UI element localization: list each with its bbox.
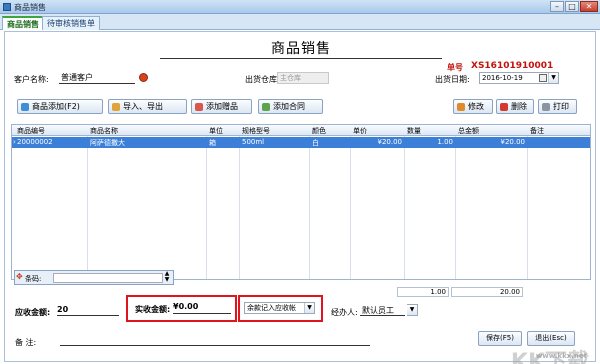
customer-field[interactable]: 普通客户 xyxy=(59,72,135,84)
printer-icon xyxy=(542,103,550,111)
close-button[interactable]: ✕ xyxy=(580,1,598,12)
table-row[interactable]: › 20000002 阿萨德撒大 箱 500ml 白 ¥20.00 1.00 ¥… xyxy=(12,137,590,148)
delete-label: 删除 xyxy=(511,102,527,111)
receivable-label: 应收金额: xyxy=(15,308,51,317)
print-button[interactable]: 打印 xyxy=(538,99,577,114)
cell-unit[interactable]: 箱 xyxy=(209,138,216,148)
row-indicator: › xyxy=(13,138,16,146)
col-header-color[interactable]: 颜色 xyxy=(312,126,326,136)
add-gift-button[interactable]: 添加赠品 xyxy=(191,99,252,114)
cell-total[interactable]: ¥20.00 xyxy=(458,138,526,146)
tab-pending-review[interactable]: 待审核销售单 xyxy=(42,16,100,30)
edit-label: 修改 xyxy=(468,102,484,111)
tab-sales[interactable]: 商品销售 xyxy=(2,16,44,30)
doc-number-label: 单号 xyxy=(447,63,463,72)
cell-color[interactable]: 白 xyxy=(312,138,319,148)
cell-code[interactable]: 20000002 xyxy=(17,138,53,146)
balance-option-select[interactable]: 余款记入应收帐 ▼ xyxy=(244,302,315,314)
col-header-qty[interactable]: 数量 xyxy=(407,126,421,136)
barcode-input[interactable] xyxy=(53,273,163,283)
memo-label: 备 注: xyxy=(15,338,37,347)
gift-icon xyxy=(195,103,203,111)
window-title: 商品销售 xyxy=(14,3,46,12)
tab-strip: 商品销售 待审核销售单 xyxy=(0,14,600,30)
cell-name[interactable]: 阿萨德撒大 xyxy=(90,138,125,148)
memo-input[interactable] xyxy=(60,345,370,346)
col-header-spec[interactable]: 规格型号 xyxy=(242,126,270,136)
contract-icon xyxy=(262,103,270,111)
actual-amount-input[interactable]: ¥0.00 xyxy=(173,302,231,314)
add-contract-button[interactable]: 添加合同 xyxy=(258,99,323,114)
cell-price[interactable]: ¥20.00 xyxy=(353,138,403,146)
warehouse-value: 主仓库 xyxy=(280,74,301,82)
exit-button[interactable]: 退出(Esc) xyxy=(527,331,575,346)
maximize-button[interactable]: □ xyxy=(565,1,579,12)
chevron-down-icon[interactable]: ▼ xyxy=(304,303,314,313)
col-divider xyxy=(87,125,88,279)
barcode-label: 条码: xyxy=(25,275,42,283)
handler-select[interactable]: ▼ xyxy=(407,304,418,316)
balance-option-value: 余款记入应收帐 xyxy=(247,304,296,312)
col-header-note[interactable]: 备注 xyxy=(530,126,544,136)
col-header-price[interactable]: 单价 xyxy=(353,126,367,136)
date-value: 2016-10-19 xyxy=(482,74,523,82)
page-title: 商品销售 xyxy=(271,41,331,57)
delete-icon xyxy=(500,103,508,111)
table-header: 商品编号 商品名称 单位 规格型号 颜色 单价 数量 总金额 备注 xyxy=(12,125,590,136)
add-goods-label: 商品添加(F2) xyxy=(32,102,80,111)
minimize-button[interactable]: – xyxy=(550,1,564,12)
handler-value[interactable]: 默认员工 xyxy=(360,305,405,316)
add-goods-button[interactable]: 商品添加(F2) xyxy=(17,99,103,114)
total-qty-cell: 1.00 xyxy=(397,287,449,297)
sales-panel: 商品销售 单号 XS16101910001 客户名称: 普通客户 出货仓库: 主… xyxy=(4,31,596,364)
window-titlebar: 商品销售 – □ ✕ xyxy=(0,0,600,14)
print-label: 打印 xyxy=(553,102,569,111)
barcode-spinner[interactable]: ▲ ▼ xyxy=(163,271,171,284)
col-header-code[interactable]: 商品编号 xyxy=(17,126,45,136)
save-button[interactable]: 保存(F5) xyxy=(478,331,522,346)
col-divider xyxy=(350,125,351,279)
goods-table[interactable]: 商品编号 商品名称 单位 规格型号 颜色 单价 数量 总金额 备注 › 2000… xyxy=(11,124,591,280)
col-header-total[interactable]: 总金额 xyxy=(458,126,479,136)
warehouse-select: 主仓库 xyxy=(277,72,329,84)
col-divider xyxy=(206,125,207,279)
title-underline xyxy=(160,58,442,59)
barcode-icon: ✥ xyxy=(16,272,23,281)
col-divider xyxy=(239,125,240,279)
import-export-button[interactable]: 导入、导出 xyxy=(108,99,187,114)
col-divider xyxy=(309,125,310,279)
pencil-icon xyxy=(457,103,465,111)
handler-label: 经办人: xyxy=(331,308,358,317)
doc-number-value: XS16101910001 xyxy=(471,61,554,71)
col-header-unit[interactable]: 单位 xyxy=(209,126,223,136)
col-divider xyxy=(455,125,456,279)
import-export-label: 导入、导出 xyxy=(123,102,163,111)
watermark-url: www.kkx.net xyxy=(535,352,587,360)
date-label: 出货日期: xyxy=(435,75,470,84)
col-divider xyxy=(527,125,528,279)
customer-label: 客户名称: xyxy=(14,75,49,84)
col-divider xyxy=(404,125,405,279)
import-export-icon xyxy=(112,103,120,111)
total-amount-cell: 20.00 xyxy=(451,287,523,297)
cell-spec[interactable]: 500ml xyxy=(242,138,264,146)
customer-lookup-icon[interactable] xyxy=(139,73,148,82)
app-icon xyxy=(3,3,11,11)
add-goods-icon xyxy=(21,103,29,111)
date-picker[interactable]: 2016-10-19 ▼ xyxy=(479,72,559,84)
col-header-name[interactable]: 商品名称 xyxy=(90,126,118,136)
chevron-down-icon[interactable]: ▼ xyxy=(548,73,558,83)
delete-button[interactable]: 删除 xyxy=(496,99,534,114)
warehouse-label: 出货仓库: xyxy=(245,75,280,84)
chevron-down-icon[interactable]: ▼ xyxy=(407,305,417,315)
actual-amount-label: 实收金额: xyxy=(135,305,171,314)
receivable-value: 20 xyxy=(57,305,119,316)
add-gift-label: 添加赠品 xyxy=(206,102,238,111)
calendar-icon[interactable] xyxy=(539,74,547,82)
add-contract-label: 添加合同 xyxy=(273,102,305,111)
barcode-bar: ✥ 条码: ▲ ▼ xyxy=(14,270,174,285)
edit-button[interactable]: 修改 xyxy=(453,99,493,114)
cell-qty[interactable]: 1.00 xyxy=(407,138,453,146)
